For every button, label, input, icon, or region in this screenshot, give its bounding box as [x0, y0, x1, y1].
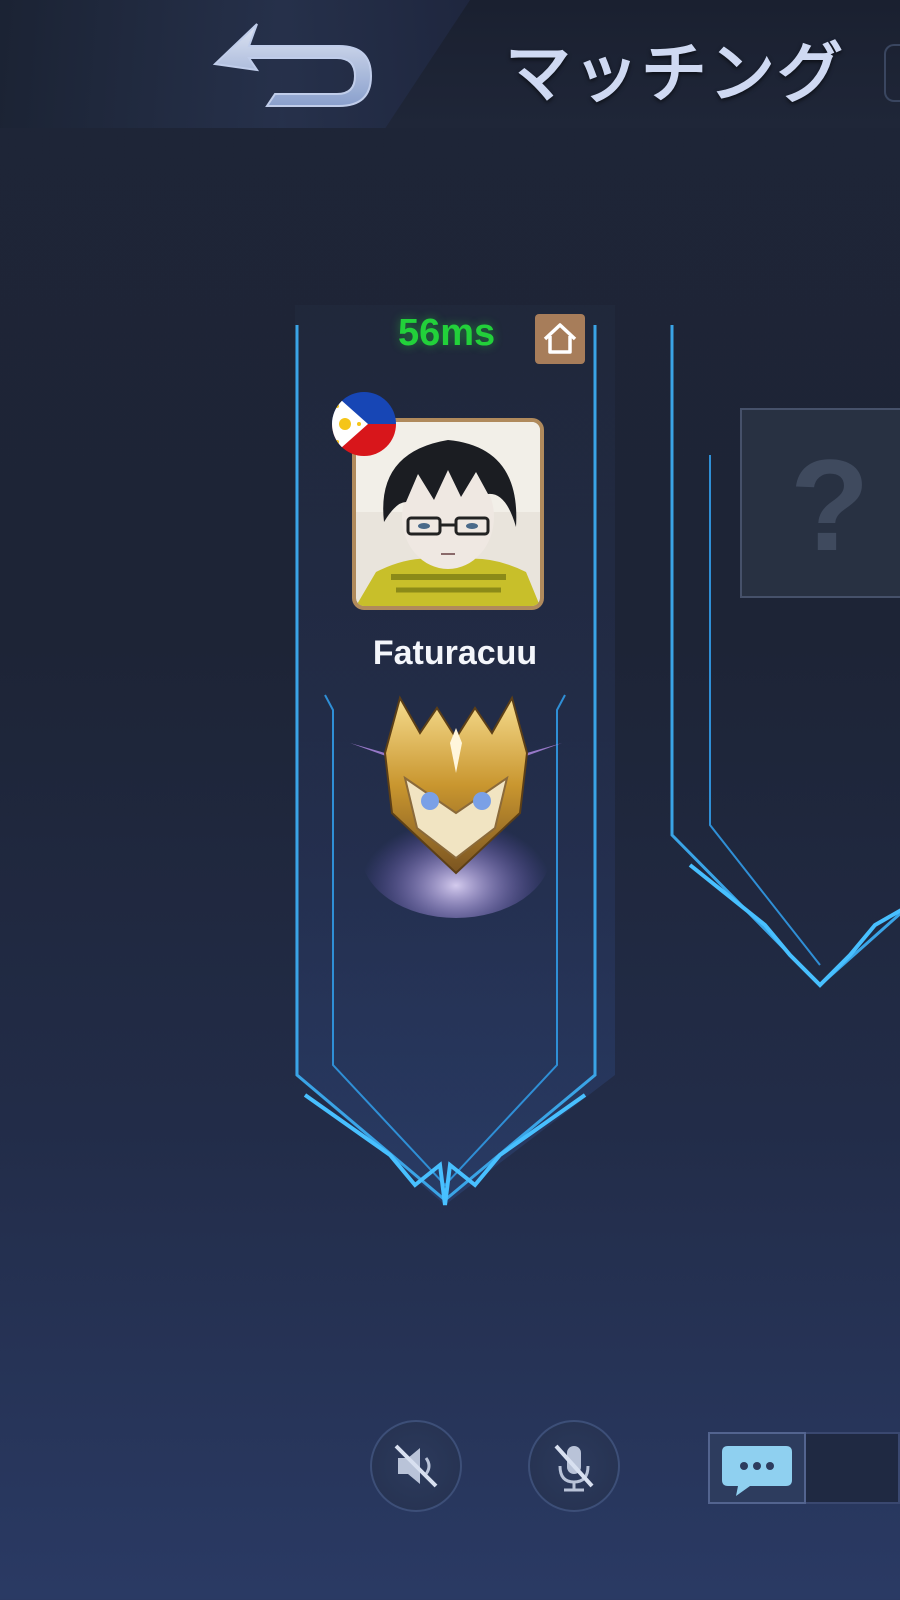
back-button[interactable]: [205, 14, 380, 114]
avatar-portrait: [356, 422, 540, 606]
home-button[interactable]: [535, 314, 585, 364]
ping-indicator: 56ms: [398, 312, 496, 354]
home-icon: [543, 323, 577, 354]
page-title: マッチング: [505, 34, 845, 112]
rank-emblem-icon: [345, 683, 567, 923]
back-arrow-icon: [212, 23, 373, 107]
chat-button[interactable]: [708, 1432, 806, 1504]
speaker-mute-button[interactable]: [370, 1420, 462, 1512]
mic-mute-button[interactable]: [528, 1420, 620, 1512]
speaker-muted-icon: [394, 1444, 438, 1488]
settings-button-edge[interactable]: [884, 44, 900, 102]
player-name: Faturacuu: [372, 634, 538, 672]
unknown-player-placeholder: ?: [790, 432, 870, 578]
philippines-flag-icon: [332, 392, 396, 456]
mic-muted-icon: [554, 1444, 594, 1492]
chat-bubble-icon: [722, 1446, 792, 1496]
